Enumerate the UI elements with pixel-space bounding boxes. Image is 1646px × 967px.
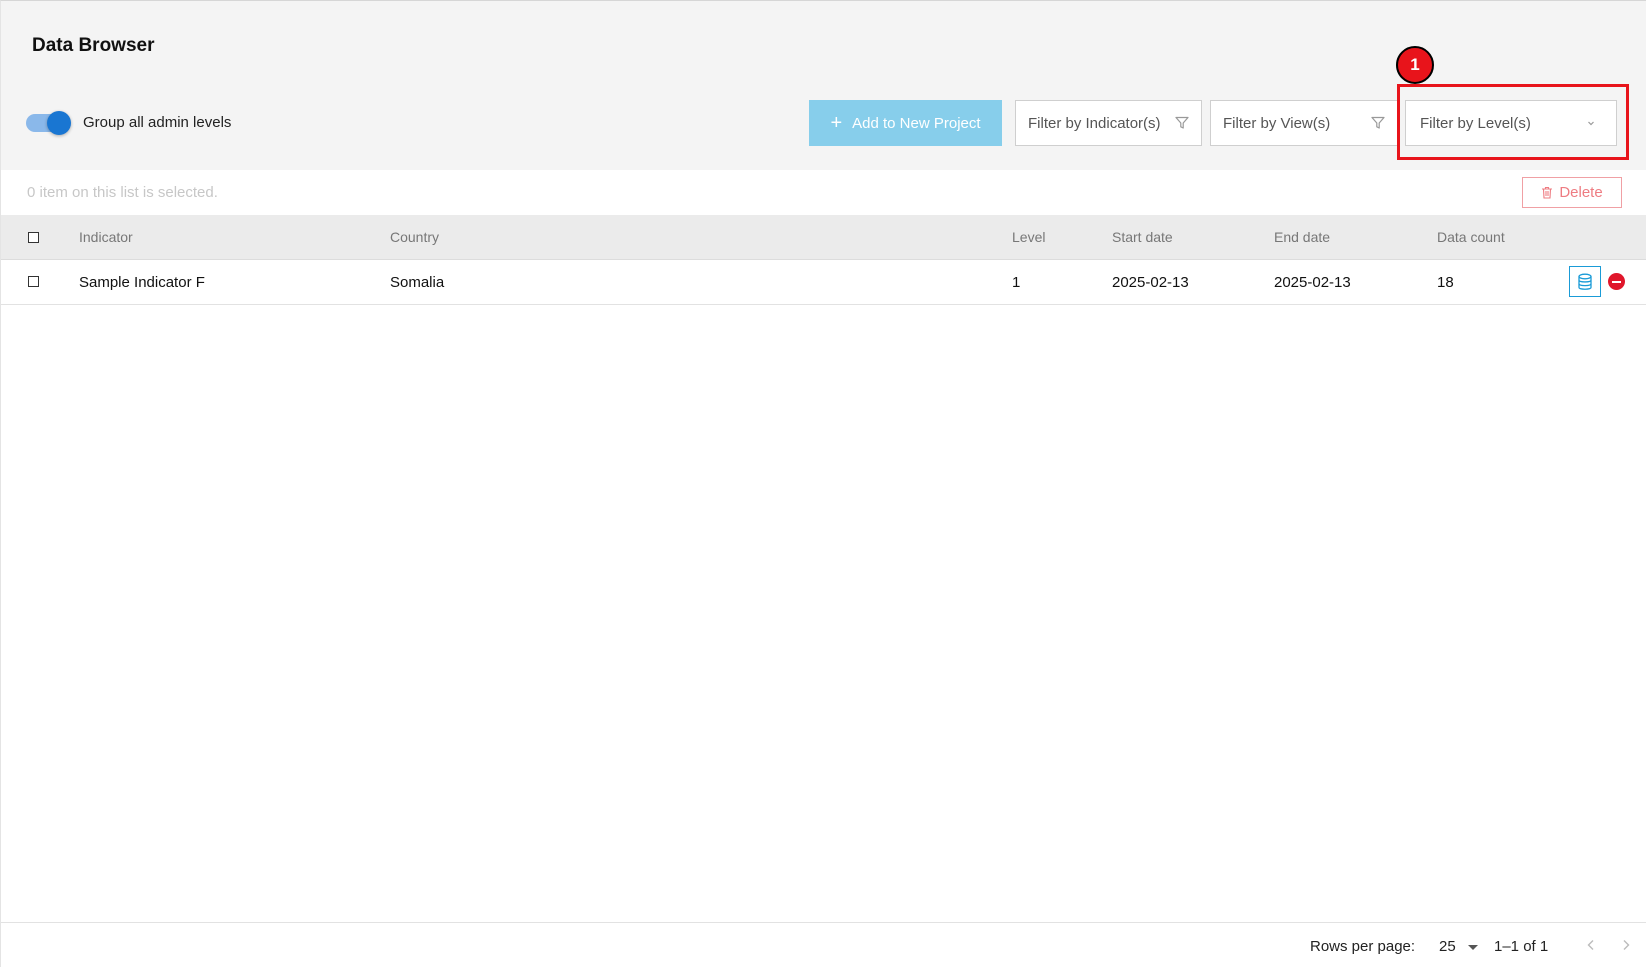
column-header-country[interactable]: Country xyxy=(390,229,439,245)
chevron-right-icon xyxy=(1623,940,1630,950)
chevron-left-icon xyxy=(1587,940,1594,950)
rows-per-page-value: 25 xyxy=(1439,938,1456,955)
selection-bar: 0 item on this list is selected. Delete xyxy=(1,170,1646,215)
rows-per-page-select[interactable]: 25 xyxy=(1439,938,1478,955)
pagination-footer: Rows per page: 25 1–1 of 1 xyxy=(1,922,1646,967)
column-header-end-date[interactable]: End date xyxy=(1274,229,1330,245)
next-page-button[interactable] xyxy=(1619,937,1633,953)
column-header-start-date[interactable]: Start date xyxy=(1112,229,1173,245)
trash-icon xyxy=(1542,186,1553,199)
app-frame: Data Browser Group all admin levels + Ad… xyxy=(0,0,1646,967)
select-all-checkbox[interactable] xyxy=(28,232,39,243)
group-admin-levels-toggle[interactable] xyxy=(26,111,72,135)
page-title: Data Browser xyxy=(32,35,155,56)
toggle-label: Group all admin levels xyxy=(83,114,232,131)
annotation-highlight-box xyxy=(1397,84,1629,160)
delete-button[interactable]: Delete xyxy=(1522,177,1622,208)
column-header-level[interactable]: Level xyxy=(1012,229,1045,245)
filter-by-indicator-select[interactable]: Filter by Indicator(s) xyxy=(1015,100,1202,146)
database-icon xyxy=(1578,273,1592,290)
cell-indicator: Sample Indicator F xyxy=(79,274,205,291)
column-header-indicator[interactable]: Indicator xyxy=(79,229,133,245)
funnel-icon xyxy=(1371,116,1385,129)
view-data-button[interactable] xyxy=(1569,266,1601,297)
pagination-range: 1–1 of 1 xyxy=(1494,938,1549,955)
toggle-thumb xyxy=(47,111,71,135)
table-row: Sample Indicator F Somalia 1 2025-02-13 … xyxy=(1,260,1646,305)
column-header-data-count[interactable]: Data count xyxy=(1437,229,1505,245)
cell-start-date: 2025-02-13 xyxy=(1112,274,1189,291)
filter-by-view-select[interactable]: Filter by View(s) xyxy=(1210,100,1398,146)
plus-icon: + xyxy=(830,112,843,134)
funnel-icon xyxy=(1175,116,1189,129)
add-to-new-project-button[interactable]: + Add to New Project xyxy=(809,100,1002,146)
cell-end-date: 2025-02-13 xyxy=(1274,274,1351,291)
remove-icon[interactable] xyxy=(1608,273,1625,290)
delete-label: Delete xyxy=(1559,184,1603,201)
cell-data-count: 18 xyxy=(1437,274,1454,291)
dropdown-arrow-icon xyxy=(1467,945,1478,950)
annotation-badge: 1 xyxy=(1396,46,1434,84)
cell-level: 1 xyxy=(1012,274,1021,291)
selection-status-text: 0 item on this list is selected. xyxy=(27,184,218,201)
filter-view-placeholder: Filter by View(s) xyxy=(1223,114,1331,132)
add-button-label: Add to New Project xyxy=(852,114,981,132)
filter-indicator-placeholder: Filter by Indicator(s) xyxy=(1028,114,1161,132)
table-header: Indicator Country Level Start date End d… xyxy=(1,215,1646,260)
cell-country: Somalia xyxy=(390,274,445,291)
row-checkbox[interactable] xyxy=(28,276,39,287)
rows-per-page-label: Rows per page: xyxy=(1310,938,1416,955)
previous-page-button[interactable] xyxy=(1584,937,1598,953)
